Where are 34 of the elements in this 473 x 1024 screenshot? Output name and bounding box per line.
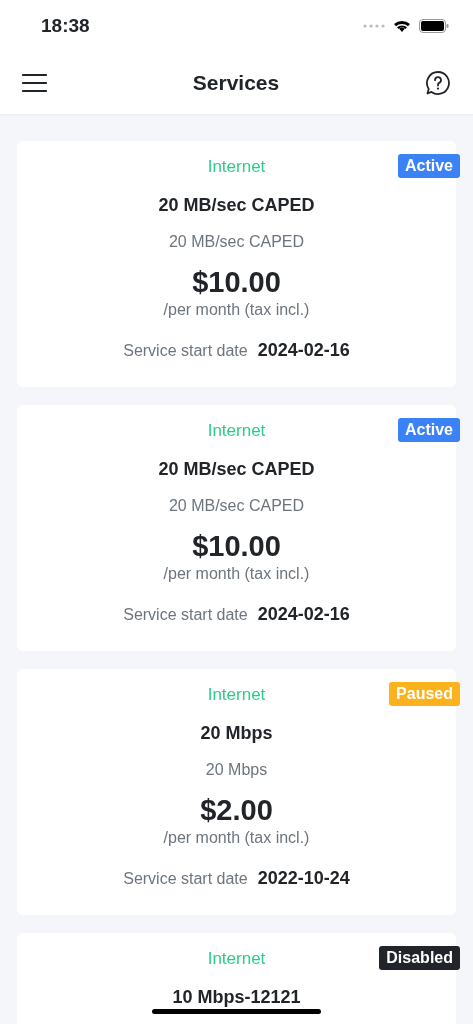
service-category: Internet	[207, 156, 266, 178]
service-description: 20 MB/sec CAPED	[168, 496, 305, 516]
status-badge: Disabled	[379, 946, 460, 970]
service-name: 20 Mbps	[200, 722, 273, 745]
menu-button[interactable]	[22, 73, 47, 93]
price-period: /per month (tax incl.)	[163, 300, 310, 320]
service-category: Internet	[207, 420, 266, 442]
service-description: 20 MB/sec CAPED	[168, 232, 305, 252]
service-price: $10.00	[192, 529, 281, 564]
service-description: 20 Mbps	[205, 760, 268, 780]
service-category: Internet	[207, 948, 266, 970]
status-badge: Active	[397, 418, 460, 442]
status-badge: Active	[397, 154, 460, 178]
start-date-label: Service start date	[123, 342, 248, 360]
signal-icon	[363, 24, 385, 28]
service-category: Internet	[207, 684, 266, 706]
start-date-value: 2024-02-16	[257, 340, 350, 361]
service-name: 20 MB/sec CAPED	[158, 194, 315, 217]
start-date-label: Service start date	[123, 606, 248, 624]
service-price: $10.00	[192, 265, 281, 300]
start-date-value: 2022-10-24	[257, 868, 350, 889]
service-name: 10 Mbps-12121	[172, 986, 301, 1009]
price-period: /per month (tax incl.)	[163, 564, 310, 584]
status-badge: Paused	[389, 682, 460, 706]
wifi-icon	[393, 19, 411, 33]
start-date-label: Service start date	[123, 870, 248, 888]
battery-icon	[419, 19, 449, 33]
help-button[interactable]	[425, 70, 451, 96]
service-name: 20 MB/sec CAPED	[158, 458, 315, 481]
service-price: $2.00	[200, 793, 273, 828]
price-period: /per month (tax incl.)	[163, 828, 310, 848]
page-title: Services	[192, 71, 280, 95]
start-date-value: 2024-02-16	[257, 604, 350, 625]
status-time: 18:38	[41, 15, 90, 37]
